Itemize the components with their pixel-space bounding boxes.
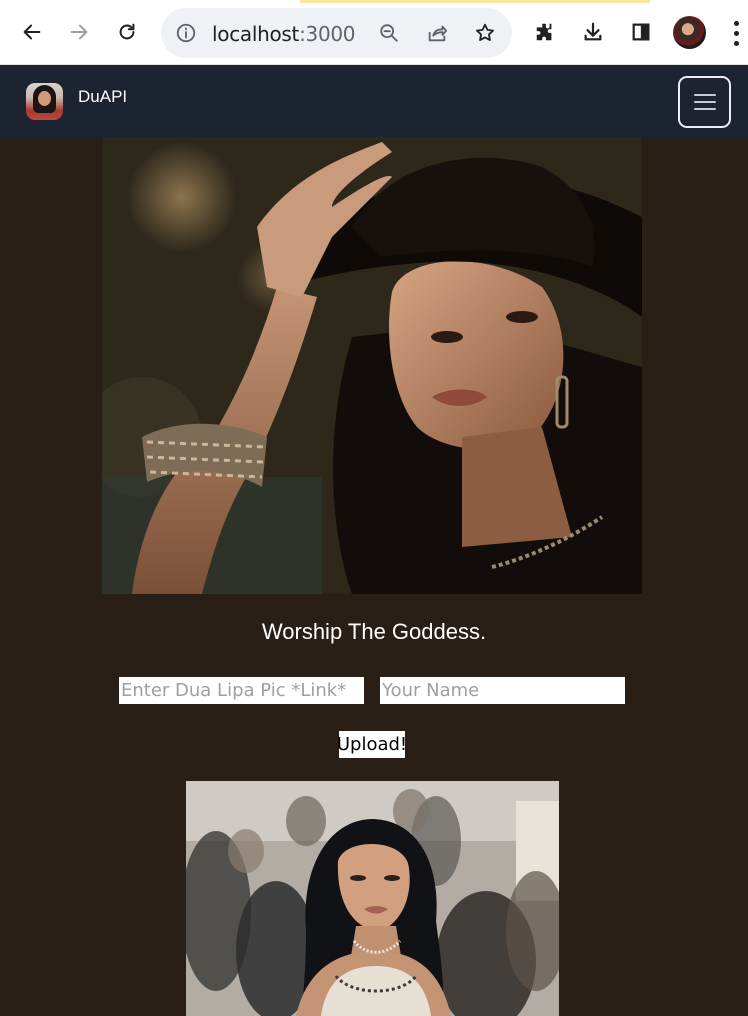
extensions-icon[interactable] bbox=[529, 16, 561, 48]
url-port: :3000 bbox=[299, 22, 356, 46]
hamburger-menu-icon bbox=[693, 94, 716, 110]
app-navbar: DuAPI bbox=[0, 66, 748, 137]
share-icon[interactable] bbox=[425, 21, 449, 45]
more-icon[interactable] bbox=[726, 18, 746, 48]
url-host: localhost bbox=[212, 22, 300, 46]
uploaded-photo bbox=[186, 781, 559, 1016]
profile-avatar[interactable] bbox=[673, 16, 706, 49]
star-icon[interactable] bbox=[473, 21, 497, 45]
browser-toolbar: localhost:3000 bbox=[0, 0, 748, 65]
page-heading: Worship The Goddess. bbox=[261, 619, 487, 644]
name-input[interactable] bbox=[380, 677, 625, 704]
address-text[interactable]: localhost:3000 bbox=[212, 22, 356, 46]
address-bar[interactable]: localhost:3000 bbox=[161, 8, 512, 58]
brand-logo[interactable] bbox=[26, 83, 63, 120]
forward-icon[interactable] bbox=[63, 16, 95, 48]
brand-name[interactable]: DuAPI bbox=[78, 87, 127, 107]
zoom-out-icon[interactable] bbox=[377, 21, 401, 45]
pic-link-input[interactable] bbox=[119, 677, 364, 704]
side-panel-icon[interactable] bbox=[625, 16, 657, 48]
download-icon[interactable] bbox=[577, 16, 609, 48]
hero-image bbox=[102, 137, 642, 594]
back-icon[interactable] bbox=[16, 16, 48, 48]
menu-toggle-button[interactable] bbox=[678, 76, 731, 128]
upload-button[interactable]: Upload! bbox=[337, 731, 407, 758]
info-icon[interactable] bbox=[175, 22, 197, 44]
reload-icon[interactable] bbox=[111, 16, 143, 48]
tab-loading-indicator bbox=[300, 0, 650, 3]
